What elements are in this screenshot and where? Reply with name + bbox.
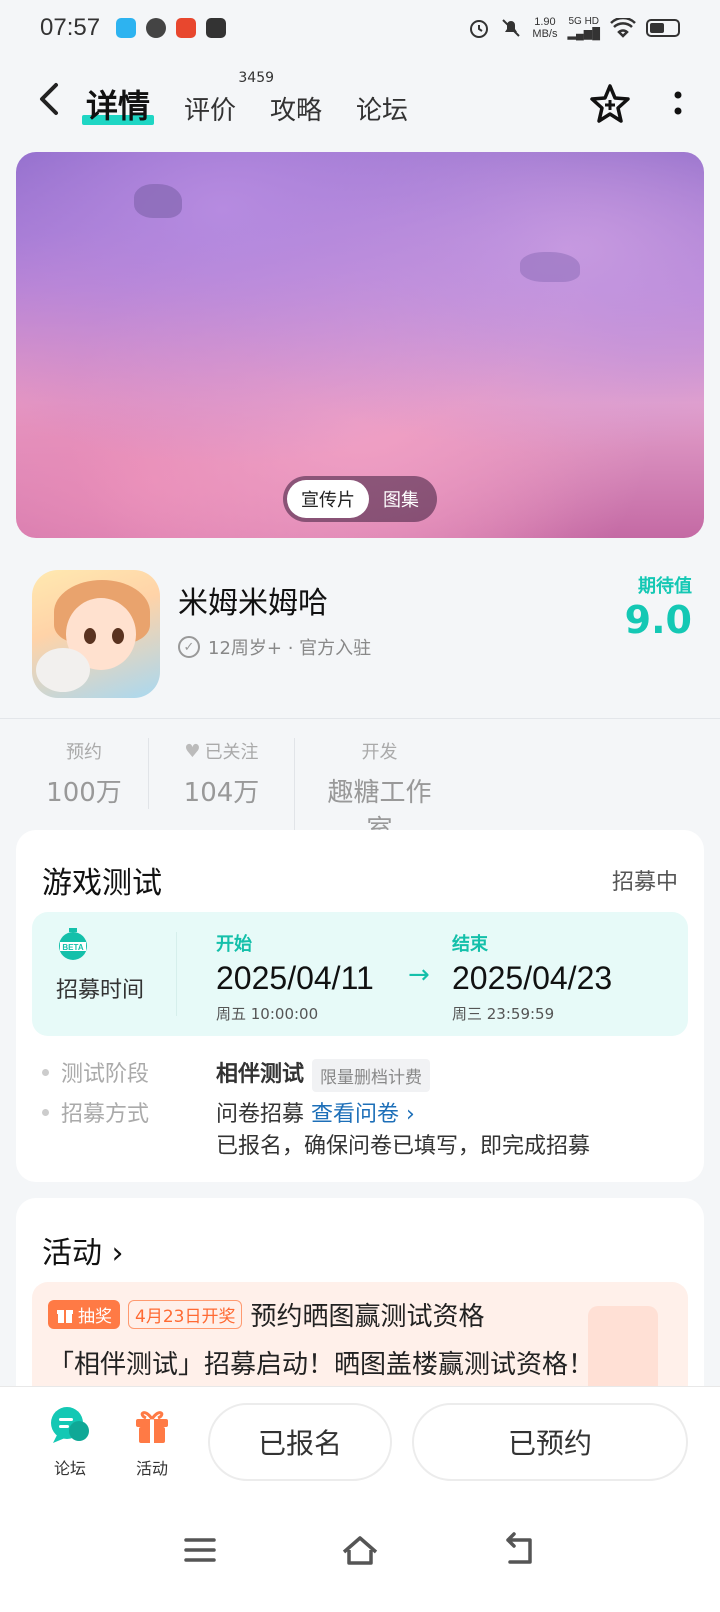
bottom-action-bar: 论坛 活动 已报名 已预约 [0,1386,720,1494]
activity-headline: 预约晒图赢测试资格 [250,1302,485,1332]
network-speed: 1.90 MB/s [532,16,558,40]
back-nav-icon[interactable] [500,1530,540,1570]
recruit-note: 已报名，确保问卷已填写，即完成招募 [216,1134,591,1159]
beta-icon: BETA [59,928,87,960]
status-bar: 07:57 1.90 MB/s 5G HD ▂▄▆█ [0,0,720,56]
reserved-button[interactable]: 已预约 [412,1403,688,1481]
recruit-status: 招募中 [611,870,678,895]
game-test-card: 游戏测试 招募中 BETA 招募时间 开始 2025/04/11 周五 10:0… [16,830,704,1182]
recruit-method-value: 问卷招募 查看问卷 › [216,1102,415,1127]
test-stage-value: 相伴测试 限量删档计费 [216,1056,431,1092]
activity-subline: 「相伴测试」招募启动！晒图盖楼赢测试资格！ [48,1350,595,1380]
tab-forum[interactable]: 论坛 [356,90,408,127]
signed-up-button[interactable]: 已报名 [208,1403,392,1481]
svg-text:BETA: BETA [62,943,83,952]
promo-video-banner[interactable]: 宣传片 图集 [16,152,704,538]
heart-check-icon: ♥ [184,740,201,762]
top-nav: 详情 评价 3459 攻略 论坛 [0,70,720,138]
floating-island-image [520,252,580,282]
system-nav-bar [0,1494,720,1612]
game-title: 米姆米姆哈 [178,586,328,621]
view-questionnaire-link[interactable]: 查看问卷 › [311,1102,415,1127]
gallery-toggle-button[interactable]: 图集 [369,480,433,518]
lottery-badge: 抽奖 [48,1300,120,1329]
more-options-icon[interactable] [672,89,684,119]
message-icon [146,18,167,38]
gift-decoration-icon [588,1306,658,1396]
tab-reviews[interactable]: 评价 3459 [184,70,274,127]
status-time: 07:57 [40,14,101,41]
shopping-app-icon [176,18,197,38]
recruit-period: BETA 招募时间 开始 2025/04/11 周五 10:00:00 → 结束… [32,912,688,1036]
test-stage-key: 测试阶段 [42,1056,149,1088]
gift-box-icon [136,1411,168,1443]
game-app-icon [32,570,160,698]
activity-card: 活动 › 抽奖 4月23日开奖 预约晒图赢测试资格 「相伴测试」招募启动！晒图盖… [16,1198,704,1422]
game-meta: ✓ 12周岁+ · 官方入驻 [178,634,371,660]
tab-details[interactable]: 详情 [81,81,155,127]
alarm-icon [470,20,489,38]
draw-date-tag: 4月23日开奖 [128,1300,243,1329]
start-time-block: 开始 2025/04/11 周五 10:00:00 [216,934,374,1023]
expectation-score: 期待值 9.0 [624,576,692,642]
menu-icon[interactable] [180,1530,220,1570]
app-notification-icon [116,18,137,38]
divider [0,718,720,719]
recruit-method-key: 招募方式 [42,1096,149,1128]
video-toggle-button[interactable]: 宣传片 [287,480,369,518]
home-icon[interactable] [340,1530,380,1570]
activity-title-link[interactable]: 活动 › [42,1228,124,1272]
card-title: 游戏测试 [42,866,162,901]
battery-icon [646,19,680,37]
floating-island-image [134,184,182,218]
tab-guides[interactable]: 攻略 [270,90,322,127]
cell-signal-icon: 5G HD ▂▄▆█ [567,16,600,40]
verified-check-icon: ✓ [178,636,200,658]
gift-icon [57,1309,73,1323]
tab-bar: 详情 评价 3459 攻略 论坛 [81,70,408,127]
end-time-block: 结束 2025/04/23 周三 23:59:59 [452,934,613,1023]
music-app-icon [206,18,227,38]
review-count-badge: 3459 [238,70,275,86]
media-toggle: 宣传片 图集 [283,476,437,522]
mute-icon [502,19,521,37]
forum-button[interactable]: 论坛 [40,1405,100,1479]
stat-followers[interactable]: ♥ 已关注 104万 [148,738,294,809]
stat-reservations: 预约 100万 [46,742,122,808]
back-icon[interactable] [36,81,86,127]
favorite-star-icon[interactable] [588,82,632,126]
forum-chat-icon [51,1407,89,1443]
wifi-icon [610,18,636,38]
game-header: 米姆米姆哈 ✓ 12周岁+ · 官方入驻 期待值 9.0 [32,570,692,700]
activity-button[interactable]: 活动 [122,1405,182,1479]
arrow-right-icon: → [408,960,430,990]
